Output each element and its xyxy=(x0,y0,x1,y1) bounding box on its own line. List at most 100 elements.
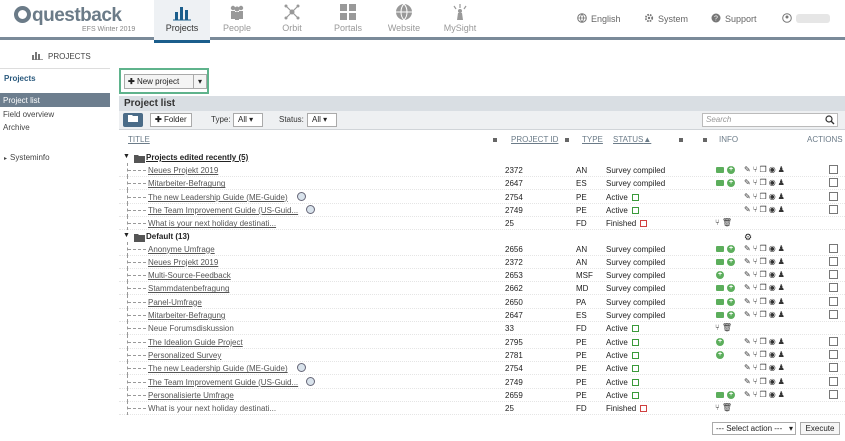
project-title-link[interactable]: Stammdatenbefragung xyxy=(148,284,229,293)
split-icon[interactable]: ⑂ xyxy=(715,218,722,227)
add-circle-icon[interactable]: + xyxy=(716,350,724,359)
copy-icon[interactable]: ❐ xyxy=(760,178,769,187)
add-circle-icon[interactable]: + xyxy=(727,179,735,188)
copy-icon[interactable]: ❐ xyxy=(760,337,769,346)
user-menu[interactable] xyxy=(782,13,830,24)
edit-icon[interactable]: ✎ xyxy=(744,192,753,201)
collapse-arrow-icon[interactable]: ▼ xyxy=(123,232,130,239)
project-title-link[interactable]: Mitarbeiter-Befragung xyxy=(148,311,225,320)
edit-icon[interactable]: ✎ xyxy=(744,244,753,253)
view-icon[interactable]: ◉ xyxy=(769,257,778,266)
split-icon[interactable]: ⑂ xyxy=(753,270,760,279)
split-icon[interactable]: ⑂ xyxy=(753,390,760,399)
system-menu[interactable]: System xyxy=(644,13,688,24)
folder-settings-gear-icon[interactable]: ⚙ xyxy=(744,232,752,243)
edit-icon[interactable]: ✎ xyxy=(744,363,753,372)
person-icon[interactable]: ♟ xyxy=(778,297,787,306)
split-icon[interactable]: ⑂ xyxy=(753,283,760,292)
project-title-link[interactable]: Neue Forumsdiskussion xyxy=(148,324,234,333)
column-menu-icon[interactable] xyxy=(493,138,497,142)
row-select-checkbox[interactable] xyxy=(829,178,838,188)
person-icon[interactable]: ♟ xyxy=(778,257,787,266)
project-title-link[interactable]: Neues Projekt 2019 xyxy=(148,166,218,175)
person-icon[interactable]: ♟ xyxy=(778,350,787,359)
edit-icon[interactable]: ✎ xyxy=(744,297,753,306)
person-icon[interactable]: ♟ xyxy=(778,283,787,292)
nav-tab-website[interactable]: Website xyxy=(376,0,432,40)
person-icon[interactable]: ♟ xyxy=(778,377,787,386)
row-select-checkbox[interactable] xyxy=(829,283,838,293)
view-icon[interactable]: ◉ xyxy=(769,205,778,214)
view-icon[interactable]: ◉ xyxy=(769,165,778,174)
person-icon[interactable]: ♟ xyxy=(778,310,787,319)
support-menu[interactable]: ? Support xyxy=(711,13,757,24)
edit-icon[interactable]: ✎ xyxy=(744,390,753,399)
column-title[interactable]: TITLE xyxy=(128,135,150,144)
logo[interactable]: questback EFS Winter 2019 xyxy=(14,5,135,33)
project-title-link[interactable]: Personalized Survey xyxy=(148,351,221,360)
type-select[interactable]: All ▾ xyxy=(233,113,263,127)
row-select-checkbox[interactable] xyxy=(829,243,838,253)
project-title-link[interactable]: Neues Projekt 2019 xyxy=(148,258,218,267)
copy-icon[interactable]: ❐ xyxy=(760,165,769,174)
project-title-link[interactable]: The Team Improvement Guide (US-Guid... xyxy=(148,378,298,387)
add-circle-icon[interactable]: + xyxy=(727,166,735,174)
copy-icon[interactable]: ❐ xyxy=(760,377,769,386)
person-icon[interactable]: ♟ xyxy=(778,205,787,214)
copy-icon[interactable]: ❐ xyxy=(760,192,769,201)
view-icon[interactable]: ◉ xyxy=(769,363,778,372)
sidebar-item-project-list[interactable]: Project list xyxy=(0,93,110,107)
collapse-arrow-icon[interactable]: ▼ xyxy=(123,153,130,160)
edit-icon[interactable]: ✎ xyxy=(744,350,753,359)
copy-icon[interactable]: ❐ xyxy=(760,297,769,306)
split-icon[interactable]: ⑂ xyxy=(715,323,722,332)
add-circle-icon[interactable]: + xyxy=(727,390,735,399)
view-icon[interactable]: ◉ xyxy=(769,297,778,306)
view-icon[interactable]: ◉ xyxy=(769,390,778,399)
row-select-checkbox[interactable] xyxy=(829,296,838,306)
view-icon[interactable]: ◉ xyxy=(769,178,778,187)
column-project-id[interactable]: PROJECT ID xyxy=(511,135,558,144)
row-select-checkbox[interactable] xyxy=(829,191,838,201)
copy-icon[interactable]: ❐ xyxy=(760,363,769,372)
project-title-link[interactable]: Multi-Source-Feedback xyxy=(148,271,231,280)
sidebar-item-systeminfo[interactable]: ▸ Systeminfo xyxy=(0,153,110,162)
row-select-checkbox[interactable] xyxy=(829,310,838,319)
split-icon[interactable]: ⑂ xyxy=(753,205,760,214)
edit-icon[interactable]: ✎ xyxy=(744,283,753,292)
edit-icon[interactable]: ✎ xyxy=(744,310,753,319)
add-folder-button[interactable]: ✚ Folder xyxy=(150,113,192,127)
row-select-checkbox[interactable] xyxy=(829,349,838,359)
copy-icon[interactable]: ❐ xyxy=(760,205,769,214)
copy-icon[interactable]: ❐ xyxy=(760,390,769,399)
split-icon[interactable]: ⑂ xyxy=(753,257,760,266)
copy-icon[interactable]: ❐ xyxy=(760,283,769,292)
column-status[interactable]: STATUS▲ xyxy=(613,135,651,144)
add-circle-icon[interactable]: + xyxy=(727,257,735,266)
column-type[interactable]: TYPE xyxy=(582,135,603,144)
nav-tab-orbit[interactable]: Orbit xyxy=(264,0,320,40)
sidebar-item-archive[interactable]: Archive xyxy=(0,120,110,133)
project-title-link[interactable]: Anonyme Umfrage xyxy=(148,245,215,254)
copy-icon[interactable]: ❐ xyxy=(760,350,769,359)
row-select-checkbox[interactable] xyxy=(829,376,838,386)
breadcrumb-projects[interactable]: PROJECTS xyxy=(32,51,91,61)
nav-tab-portals[interactable]: Portals xyxy=(320,0,376,40)
new-project-button[interactable]: ✚ New project ▾ xyxy=(124,74,207,89)
chevron-down-icon[interactable]: ▾ xyxy=(193,75,206,88)
split-icon[interactable]: ⑂ xyxy=(753,165,760,174)
view-icon[interactable]: ◉ xyxy=(769,244,778,253)
split-icon[interactable]: ⑂ xyxy=(753,310,760,319)
row-select-checkbox[interactable] xyxy=(829,336,838,346)
trash-icon[interactable]: 🗑 xyxy=(722,323,734,332)
column-menu-icon[interactable] xyxy=(679,138,683,142)
nav-tab-projects[interactable]: Projects xyxy=(154,0,210,43)
project-title-link[interactable]: The Team Improvement Guide (US-Guid... xyxy=(148,206,298,215)
nav-tab-mysight[interactable]: MySight xyxy=(432,0,488,40)
split-icon[interactable]: ⑂ xyxy=(715,403,722,412)
language-menu[interactable]: English xyxy=(577,13,621,24)
row-select-checkbox[interactable] xyxy=(829,389,838,399)
column-menu-icon[interactable] xyxy=(565,138,569,142)
open-folder-button[interactable] xyxy=(123,113,143,127)
add-circle-icon[interactable]: + xyxy=(727,284,735,293)
